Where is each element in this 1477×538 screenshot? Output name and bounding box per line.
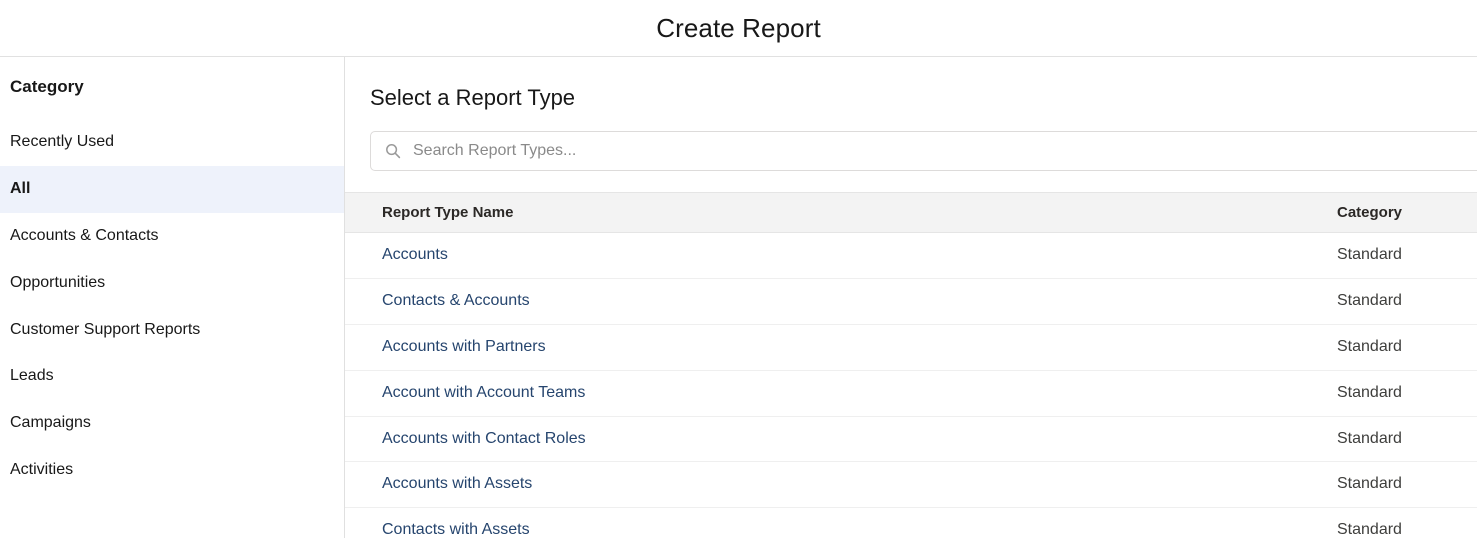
cell-category: Standard <box>1300 416 1477 463</box>
cell-category: Standard <box>1300 370 1477 417</box>
report-type-link[interactable]: Account with Account Teams <box>382 384 585 401</box>
table-row[interactable]: Accounts Standard <box>345 232 1477 280</box>
search-area <box>370 131 1477 172</box>
sidebar-item-opportunities[interactable]: Opportunities <box>0 260 344 307</box>
table-row[interactable]: Accounts with Assets Standard <box>345 461 1477 509</box>
cell-report-type-name: Accounts <box>345 232 1300 280</box>
report-type-link[interactable]: Accounts <box>382 246 448 263</box>
sidebar-item-campaigns[interactable]: Campaigns <box>0 400 344 447</box>
sidebar-item-customer-support-reports[interactable]: Customer Support Reports <box>0 307 344 354</box>
cell-report-type-name: Contacts with Assets <box>345 507 1300 538</box>
modal-body: Category Recently Used All Accounts & Co… <box>0 57 1477 538</box>
search-box[interactable] <box>370 131 1477 172</box>
sidebar-item-label: Activities <box>10 460 74 478</box>
search-input[interactable] <box>413 132 1477 171</box>
report-type-link[interactable]: Contacts with Assets <box>382 521 530 538</box>
report-type-table-area[interactable]: Report Type Name Category Accounts Stand… <box>345 192 1477 538</box>
cell-report-type-name: Contacts & Accounts <box>345 278 1300 325</box>
modal-header: Create Report <box>0 0 1477 57</box>
column-header-report-type-name[interactable]: Report Type Name <box>345 193 1300 234</box>
table-row[interactable]: Contacts & Accounts Standard <box>345 278 1477 325</box>
cell-report-type-name: Accounts with Partners <box>345 324 1300 371</box>
cell-report-type-name: Accounts with Assets <box>345 461 1300 509</box>
cell-category: Standard <box>1300 324 1477 371</box>
table-header-row: Report Type Name Category <box>345 193 1477 234</box>
sidebar-item-recently-used[interactable]: Recently Used <box>0 119 344 166</box>
sidebar-item-all[interactable]: All <box>0 166 344 213</box>
cell-report-type-name: Accounts with Contact Roles <box>345 416 1300 463</box>
sidebar-item-label: Accounts & Contacts <box>10 226 159 244</box>
cell-category: Standard <box>1300 232 1477 280</box>
cell-report-type-name: Account with Account Teams <box>345 370 1300 417</box>
sidebar-item-label: Recently Used <box>10 133 115 151</box>
column-header-category[interactable]: Category <box>1300 193 1477 234</box>
page-title: Create Report <box>656 13 821 43</box>
sidebar-item-label: Opportunities <box>10 273 106 291</box>
category-sidebar: Category Recently Used All Accounts & Co… <box>0 57 345 538</box>
sidebar-item-leads[interactable]: Leads <box>0 353 344 400</box>
cell-category: Standard <box>1300 461 1477 509</box>
cell-category: Standard <box>1300 278 1477 325</box>
sidebar-item-label: Campaigns <box>10 414 91 432</box>
report-type-link[interactable]: Accounts with Contact Roles <box>382 430 586 447</box>
table-body: Accounts Standard Contacts & Accounts St… <box>345 232 1477 538</box>
table-row[interactable]: Accounts with Partners Standard <box>345 324 1477 371</box>
create-report-modal: Create Report Category Recently Used All… <box>0 0 1477 538</box>
report-type-link[interactable]: Accounts with Assets <box>382 475 532 492</box>
report-type-table: Report Type Name Category Accounts Stand… <box>345 193 1477 538</box>
table-row[interactable]: Accounts with Contact Roles Standard <box>345 416 1477 463</box>
sidebar-item-accounts-contacts[interactable]: Accounts & Contacts <box>0 213 344 260</box>
search-icon <box>385 143 401 159</box>
sidebar-item-label: Leads <box>10 367 54 385</box>
category-list: Recently Used All Accounts & Contacts Op… <box>0 119 344 493</box>
report-type-link[interactable]: Accounts with Partners <box>382 338 546 355</box>
table-head: Report Type Name Category <box>345 193 1477 234</box>
sidebar-item-activities[interactable]: Activities <box>0 447 344 494</box>
sidebar-item-label: All <box>10 180 31 198</box>
table-row[interactable]: Contacts with Assets Standard <box>345 507 1477 538</box>
panel-title: Select a Report Type <box>370 85 576 110</box>
report-type-panel: Select a Report Type Search Report Types… <box>345 57 1477 538</box>
report-type-link[interactable]: Contacts & Accounts <box>382 292 530 309</box>
table-row[interactable]: Account with Account Teams Standard <box>345 370 1477 417</box>
cell-category: Standard <box>1300 507 1477 538</box>
sidebar-heading: Category <box>10 77 84 96</box>
panel-header: Select a Report Type <box>345 57 1477 192</box>
sidebar-item-label: Customer Support Reports <box>10 320 201 338</box>
